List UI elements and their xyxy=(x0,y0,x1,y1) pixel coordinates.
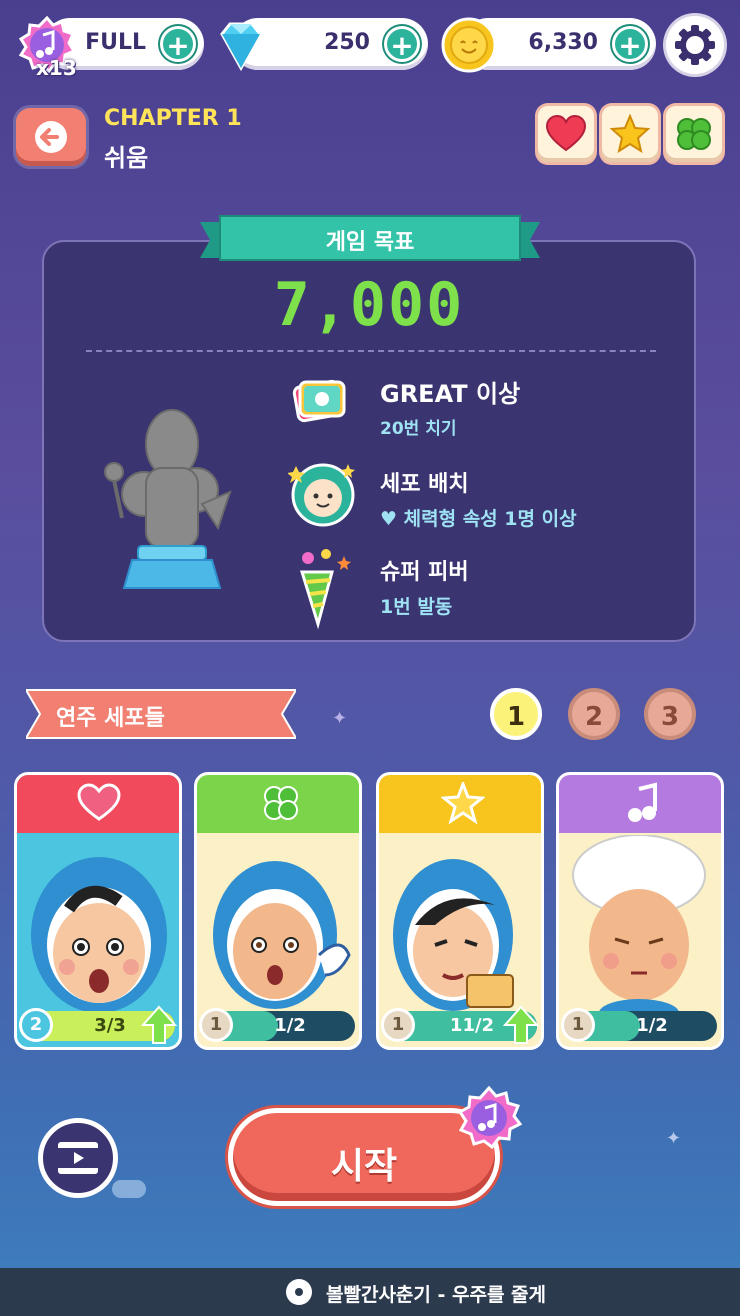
star-filter-button[interactable] xyxy=(602,106,658,162)
coin-value: 6,330 xyxy=(528,30,598,55)
music-note-icon xyxy=(456,1085,523,1152)
cell-face-icon xyxy=(288,463,355,527)
divider xyxy=(86,350,656,352)
diamond-icon xyxy=(210,14,272,76)
cells-title: 연주 세포들 xyxy=(56,706,165,731)
mission-detail: ♥ 체력형 속성 1명 이상 xyxy=(380,508,577,530)
upgrade-arrow-icon xyxy=(503,1005,539,1044)
heart-filter-button[interactable] xyxy=(538,106,594,162)
chapter-label: CHAPTER 1 xyxy=(104,106,242,131)
cloud-decor xyxy=(112,1180,146,1198)
trophy-silhouette xyxy=(100,408,240,592)
level-badge: 1 xyxy=(561,1008,595,1042)
cell-card-heart[interactable]: 2 3/3 xyxy=(14,772,182,1050)
level-badge: 1 xyxy=(381,1008,415,1042)
clover-filter-button[interactable] xyxy=(666,106,722,162)
party-popper-icon xyxy=(299,549,351,630)
sparkle-icon: ✦ xyxy=(666,1128,682,1149)
difficulty-label: 쉬움 xyxy=(104,144,149,172)
settings-button[interactable] xyxy=(666,16,724,74)
mission-cell: 세포 배치 ♥ 체력형 속성 1명 이상 xyxy=(288,458,688,532)
mission-title: GREAT 이상 xyxy=(380,380,521,408)
add-energy-button[interactable]: + xyxy=(160,26,196,62)
mission-great: GREAT 이상 20번 치기 xyxy=(288,370,688,440)
sparkle-icon: ✦ xyxy=(332,708,348,729)
mission-title: 세포 배치 xyxy=(380,472,469,497)
cell-character xyxy=(213,861,351,1009)
back-button[interactable] xyxy=(16,108,86,166)
arrow-left-icon xyxy=(35,121,67,153)
page-1-button[interactable]: 1 xyxy=(490,688,542,740)
level-progress: 1/2 xyxy=(274,1015,306,1036)
cell-character xyxy=(31,857,167,1013)
page-3-button[interactable]: 3 xyxy=(644,688,696,740)
goal-ribbon: 게임 목표 xyxy=(200,214,540,266)
mission-title: 슈퍼 피버 xyxy=(380,560,469,585)
energy-count: x13 xyxy=(36,56,77,80)
heart-icon xyxy=(77,783,121,821)
goal-title: 게임 목표 xyxy=(325,230,415,255)
clover-icon xyxy=(264,786,298,820)
mission-detail: 1번 발동 xyxy=(380,596,453,618)
now-playing-bar: 볼빨간사춘기 - 우주를 줄게 xyxy=(0,1268,740,1316)
music-note-icon xyxy=(628,782,657,822)
cards-icon xyxy=(292,379,346,423)
heart-icon xyxy=(545,114,587,152)
star-icon xyxy=(441,782,485,824)
energy-value: FULL xyxy=(85,30,146,55)
add-gems-button[interactable]: + xyxy=(384,26,420,62)
film-icon xyxy=(58,1142,98,1174)
page-2-button[interactable]: 2 xyxy=(568,688,620,740)
disc-icon xyxy=(286,1279,312,1305)
add-coins-button[interactable]: + xyxy=(612,26,648,62)
level-bar: 1 1/2 xyxy=(199,1008,355,1042)
mission-detail: 20번 치기 xyxy=(380,419,457,439)
cell-card-note[interactable]: 1 1/2 xyxy=(556,772,724,1050)
cell-card-clover[interactable]: 1 1/2 xyxy=(194,772,362,1050)
level-badge: 1 xyxy=(199,1008,233,1042)
level-progress: 1/2 xyxy=(636,1015,668,1036)
coin-icon xyxy=(440,16,498,74)
cell-card-star[interactable]: 1 11/2 xyxy=(376,772,544,1050)
star-icon xyxy=(609,114,651,154)
gem-value: 250 xyxy=(324,30,370,55)
level-badge: 2 xyxy=(19,1008,53,1042)
cell-character xyxy=(393,859,514,1011)
goal-score: 7,000 xyxy=(273,270,465,340)
level-bar: 1 1/2 xyxy=(561,1008,717,1042)
video-button[interactable] xyxy=(38,1118,118,1198)
cells-ribbon: 연주 세포들 xyxy=(26,686,296,742)
clover-icon xyxy=(677,118,711,150)
upgrade-arrow-icon xyxy=(141,1005,177,1044)
mission-fever: 슈퍼 피버 1번 발동 xyxy=(288,546,688,630)
now-playing-text: 볼빨간사춘기 - 우주를 줄게 xyxy=(326,1284,547,1306)
cell-character xyxy=(572,835,706,1015)
gear-icon xyxy=(675,25,715,65)
